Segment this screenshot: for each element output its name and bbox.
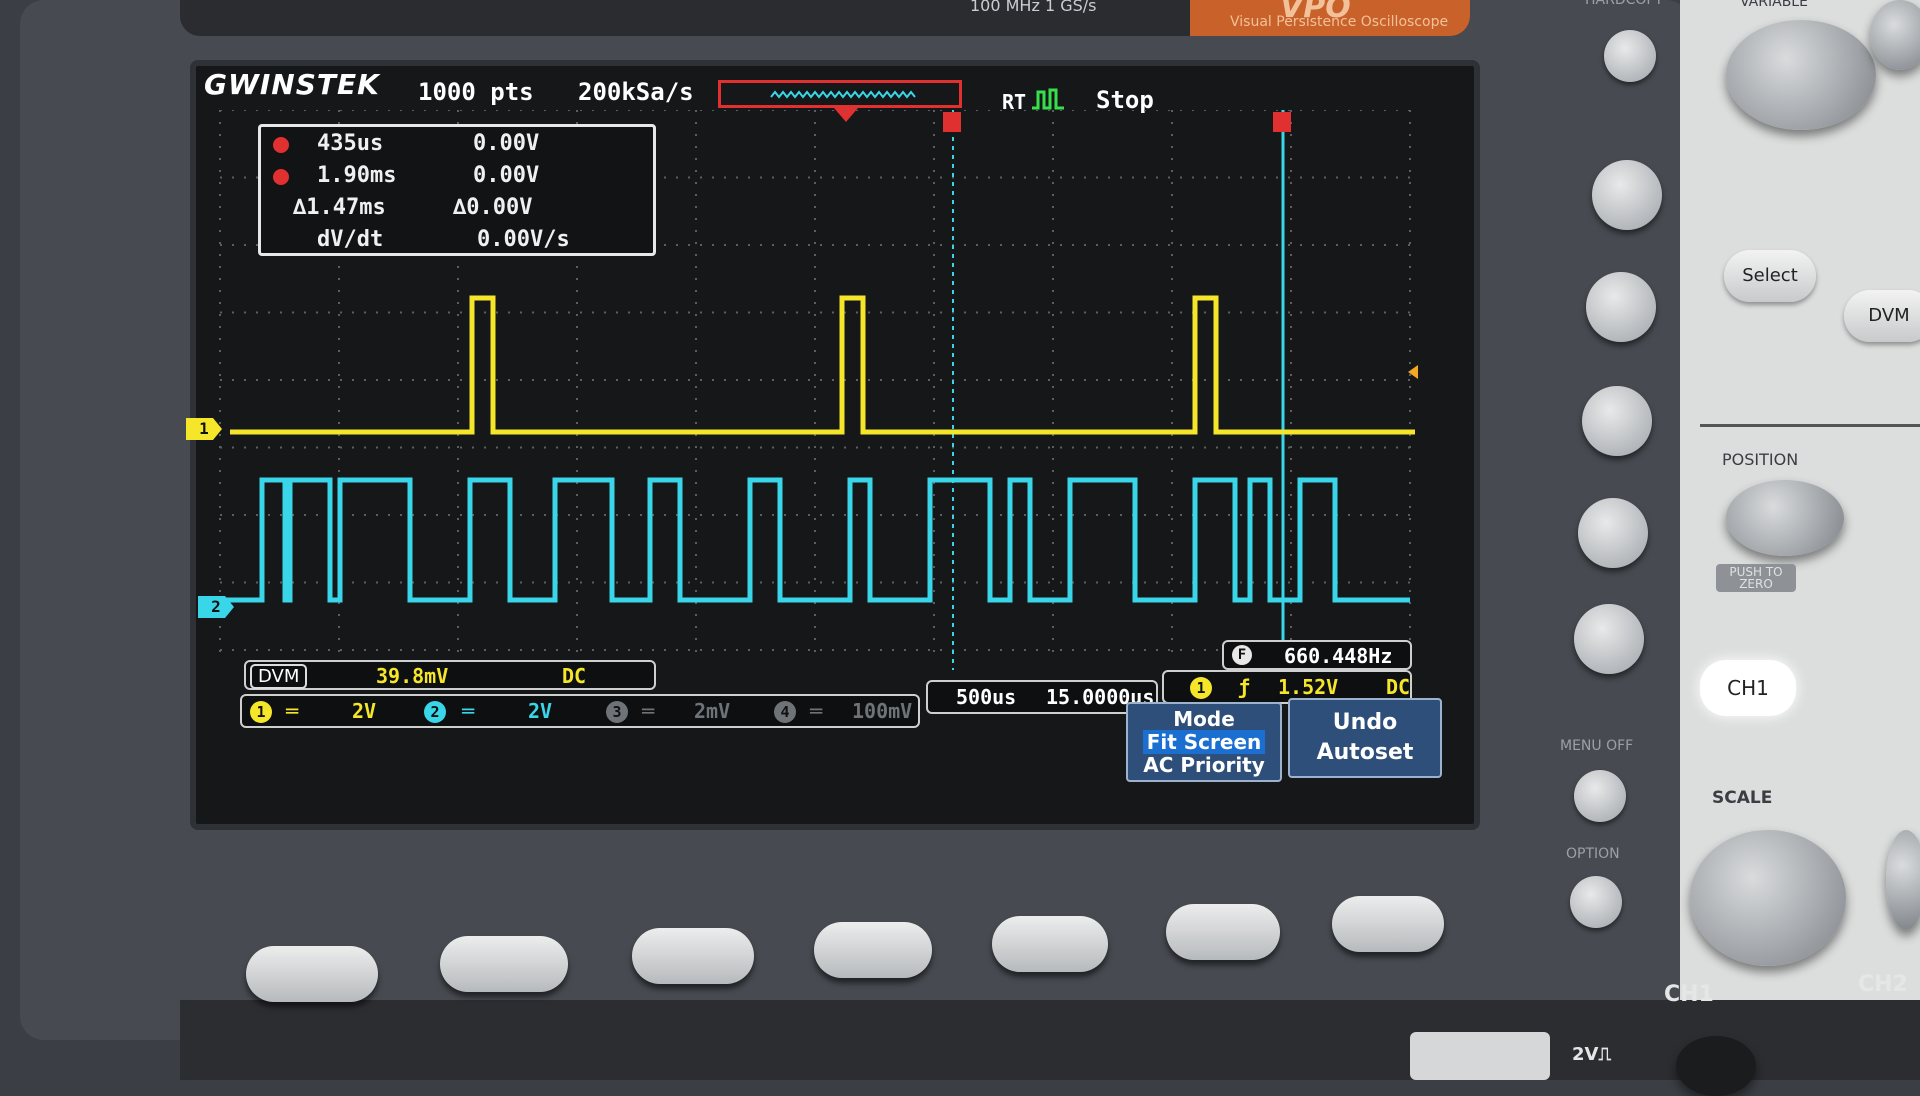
variable-knob[interactable] (1726, 20, 1876, 130)
hardcopy-label: HARDCOPY (1585, 0, 1664, 8)
channel-status-bar: 1 ═ 2V 2 ═ 2V 3 ═ 2mV 4 ═ 100mV (240, 694, 920, 728)
ch3-scale: 2mV (694, 699, 731, 723)
bottom-strip (180, 1000, 1920, 1080)
cursor-1-icon (273, 137, 289, 153)
ch1-input-label: CH1 (1664, 982, 1714, 1007)
push-to-zero-label: PUSH TO ZERO (1716, 564, 1796, 592)
probe-comp-label: 2V⎍ (1572, 1044, 1612, 1065)
ch2-scale: 2V (528, 699, 553, 723)
dvdt-value: 0.00V/s (477, 227, 570, 252)
trigger-level: 1.52V (1278, 675, 1339, 699)
bottom-softkey-5[interactable] (992, 916, 1108, 972)
ch3-badge[interactable]: 3 (606, 701, 628, 723)
side-menu-button-2[interactable] (1586, 272, 1656, 342)
variable-label: VARIABLE (1740, 0, 1808, 10)
undo-autoset-menu-item[interactable]: Undo Autoset (1288, 698, 1442, 778)
dvdt-label: dV/dt (317, 227, 384, 252)
bottom-softkey-6[interactable] (1166, 904, 1280, 960)
delta-volt: ∆0.00V (453, 195, 533, 220)
trigger-level-marker (1408, 365, 1418, 379)
mode-selected: Fit Screen (1128, 730, 1280, 754)
frequency-readout: F 660.448Hz (1222, 640, 1412, 670)
mode-fit-screen: Fit Screen (1142, 730, 1266, 754)
cursor-2-volt: 0.00V (473, 163, 540, 188)
timebase-readout: 500us 15.0000us (926, 680, 1158, 714)
record-length: 1000 pts (418, 78, 534, 106)
ch1-scale: 2V (352, 699, 377, 723)
cursor-2-icon (273, 169, 289, 185)
spec-text: 100 MHz 1 GS/s (970, 0, 1097, 15)
side-menu-button-1[interactable] (1592, 160, 1662, 230)
cursor-1-marker[interactable] (943, 112, 961, 132)
mode-title: Mode (1173, 707, 1235, 731)
select-button[interactable]: Select (1724, 250, 1816, 302)
side-menu-button-5[interactable] (1574, 604, 1644, 674)
ch2-input-label: CH2 (1858, 972, 1908, 997)
trigger-source-badge: 1 (1190, 677, 1212, 699)
ch4-coupling-icon: ═ (810, 699, 823, 723)
menu-off-button[interactable] (1574, 770, 1626, 822)
frequency-icon: F (1232, 645, 1252, 665)
scale-label: SCALE (1712, 788, 1773, 808)
mode-menu-item[interactable]: Mode Fit Screen AC Priority (1126, 702, 1282, 782)
side-menu-button-4[interactable] (1578, 498, 1648, 568)
ch1-button[interactable]: CH1 (1700, 660, 1796, 716)
memory-wave-icon (770, 90, 916, 99)
ch2-scale-knob[interactable] (1886, 830, 1920, 930)
cursor-2-marker[interactable] (1273, 112, 1291, 132)
cursor-2-time: 1.90ms (317, 163, 397, 188)
dvm-coupling: DC (562, 664, 587, 688)
dvm-label: DVM (250, 664, 308, 689)
timebase-scale: 500us (956, 685, 1017, 709)
ch2-waveform (220, 477, 1410, 603)
frequency-value: 660.448Hz (1284, 644, 1393, 668)
autoset-label: Autoset (1316, 740, 1414, 765)
rt-waveform-icon (1032, 88, 1064, 110)
delta-time: ∆1.47ms (293, 195, 386, 220)
mode-ac-priority: AC Priority (1143, 753, 1265, 777)
trigger-slope-icon: ƒ (1238, 675, 1251, 699)
menu-off-label: MENU OFF (1560, 738, 1634, 754)
bottom-softkey-7[interactable] (1332, 896, 1444, 952)
ch1-waveform (230, 295, 1415, 435)
panel-divider (1700, 424, 1920, 427)
ch3-coupling-icon: ═ (642, 699, 655, 723)
position-label: POSITION (1722, 450, 1799, 469)
cursor-readout-panel: 435us 0.00V 1.90ms 0.00V ∆1.47ms ∆0.00V … (258, 124, 656, 256)
scale-knob[interactable] (1690, 830, 1846, 966)
bottom-softkey-4[interactable] (814, 922, 932, 978)
ch4-scale: 100mV (852, 699, 913, 723)
usb-port[interactable] (1410, 1032, 1550, 1080)
cursor-1-volt: 0.00V (473, 131, 540, 156)
bottom-softkey-1[interactable] (246, 946, 378, 1002)
option-label: OPTION (1566, 846, 1620, 862)
side-menu-button-3[interactable] (1582, 386, 1652, 456)
option-button[interactable] (1570, 876, 1622, 928)
ch1-bnc-connector[interactable] (1676, 1036, 1756, 1096)
brand-logo: GWINSTEK (204, 68, 380, 101)
ch1-coupling-icon: ═ (286, 699, 299, 723)
position-knob[interactable] (1726, 480, 1844, 556)
bottom-softkey-3[interactable] (632, 928, 754, 984)
ch2-badge[interactable]: 2 (424, 701, 446, 723)
dvm-value: 39.8mV (376, 664, 449, 688)
dvm-readout: DVM 39.8mV DC (244, 660, 656, 690)
trigger-coupling: DC (1386, 675, 1411, 699)
cursor-1-time: 435us (317, 131, 384, 156)
ch2-coupling-icon: ═ (462, 699, 475, 723)
memory-bar (718, 80, 962, 108)
hardcopy-button[interactable] (1604, 30, 1656, 82)
sample-rate: 200kSa/s (578, 78, 694, 106)
vpo-subtitle: Visual Persistence Oscilloscope (1230, 14, 1449, 30)
dvm-button[interactable]: DVM (1844, 290, 1920, 342)
ch1-badge[interactable]: 1 (250, 701, 272, 723)
ch4-badge[interactable]: 4 (774, 701, 796, 723)
bottom-softkey-2[interactable] (440, 936, 568, 992)
undo-label: Undo (1332, 710, 1398, 735)
